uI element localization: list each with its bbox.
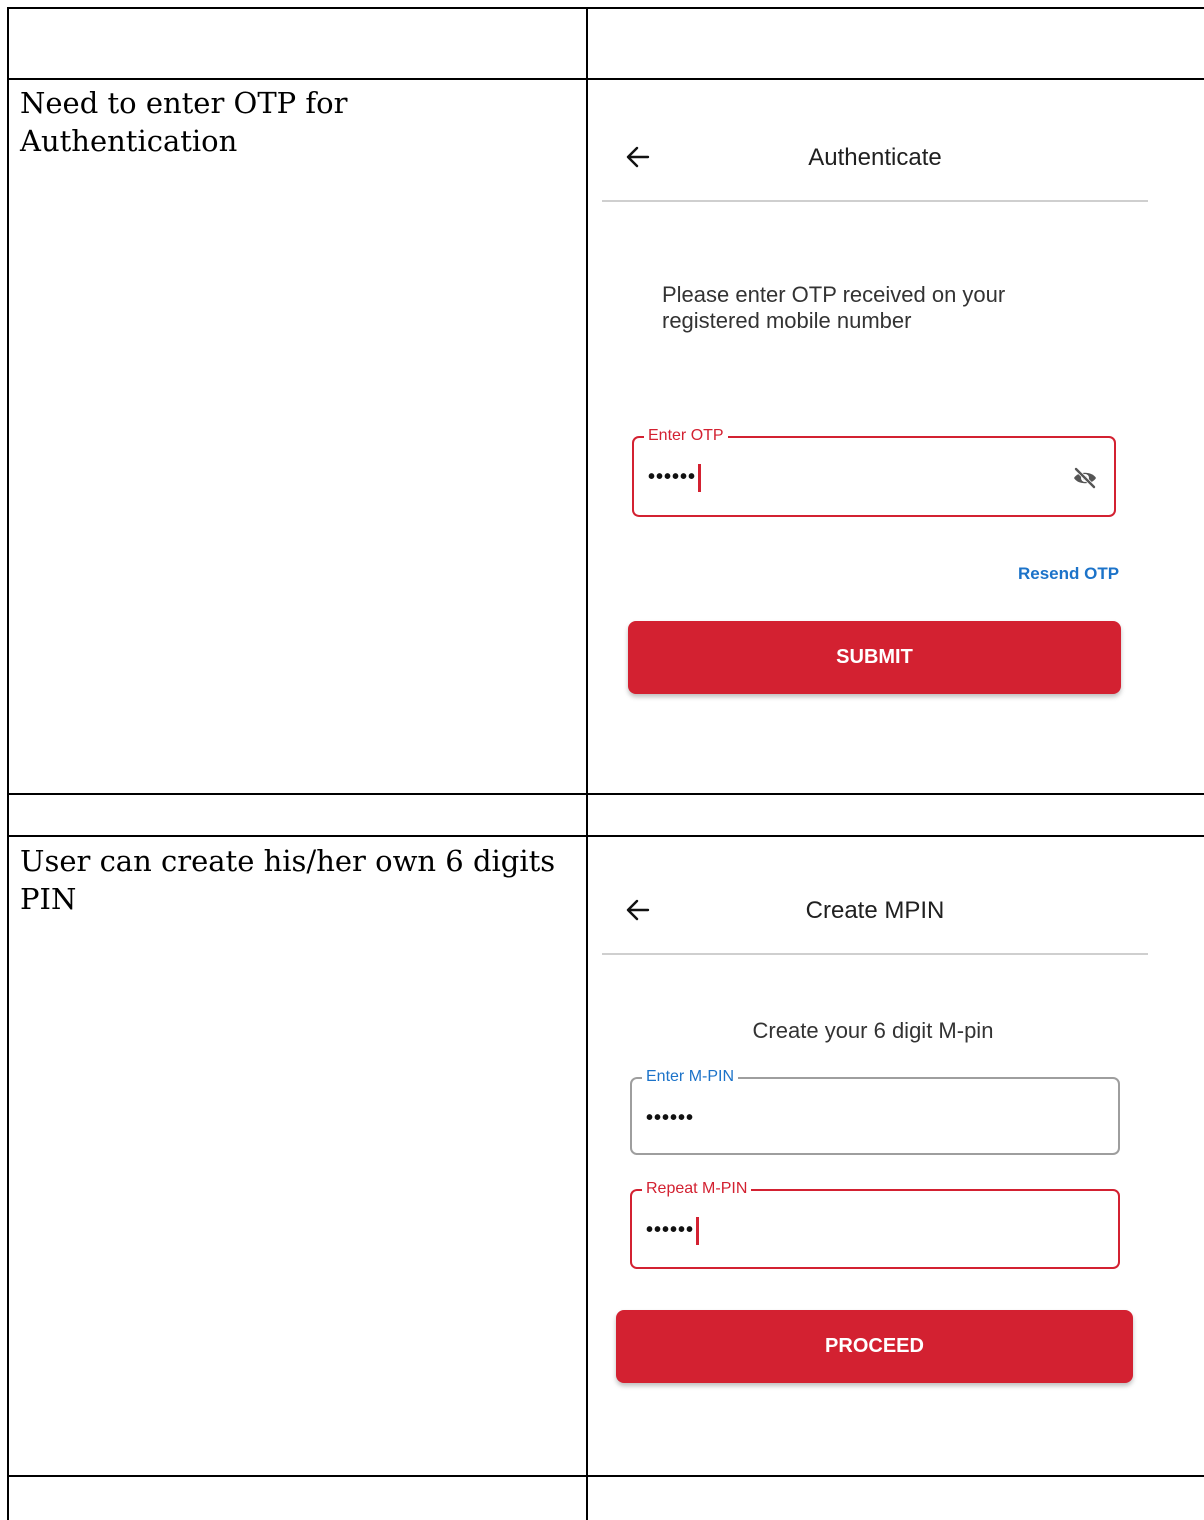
eye-off-icon[interactable] <box>1072 466 1098 490</box>
mpin-field[interactable]: Enter M-PIN •••••• <box>630 1068 1120 1155</box>
table-border-left <box>7 7 9 1520</box>
app-bar: Authenticate <box>602 122 1148 202</box>
text-caret <box>696 1217 699 1245</box>
submit-button[interactable]: SUBMIT <box>628 621 1121 694</box>
mpin-field-label: Enter M-PIN <box>642 1068 739 1086</box>
resend-otp-link[interactable]: Resend OTP <box>1018 564 1119 584</box>
repeat-mpin-field[interactable]: Repeat M-PIN •••••• <box>630 1180 1120 1269</box>
document-table: Need to enter OTP for Authentication Aut… <box>0 0 1204 1520</box>
row-description: User can create his/her own 6 digits PIN <box>20 844 556 916</box>
row-description: Need to enter OTP for Authentication <box>20 86 348 158</box>
repeat-mpin-input[interactable]: •••••• <box>646 1219 694 1242</box>
instruction-text: Create your 6 digit M-pin <box>752 1018 994 1043</box>
mpin-input[interactable]: •••••• <box>646 1107 694 1130</box>
page-title: Authenticate <box>808 144 942 171</box>
otp-input[interactable]: •••••• <box>648 466 696 489</box>
otp-field-label: Enter OTP <box>644 427 728 445</box>
create-mpin-screen: Create MPIN Create your 6 digit M-pin En… <box>588 837 1204 1475</box>
proceed-button[interactable]: PROCEED <box>616 1310 1133 1383</box>
authenticate-screen: Authenticate Please enter OTP received o… <box>588 80 1204 793</box>
repeat-mpin-field-label: Repeat M-PIN <box>642 1180 752 1198</box>
otp-field[interactable]: Enter OTP •••••• <box>632 427 1116 517</box>
table-border-top <box>7 7 1204 9</box>
table-row-divider <box>7 1475 1204 1477</box>
text-caret <box>698 464 701 492</box>
page-title: Create MPIN <box>805 897 945 924</box>
app-bar: Create MPIN <box>602 875 1148 955</box>
table-row-divider <box>7 793 1204 795</box>
instruction-text: Please enter OTP received on your regist… <box>662 282 1006 333</box>
